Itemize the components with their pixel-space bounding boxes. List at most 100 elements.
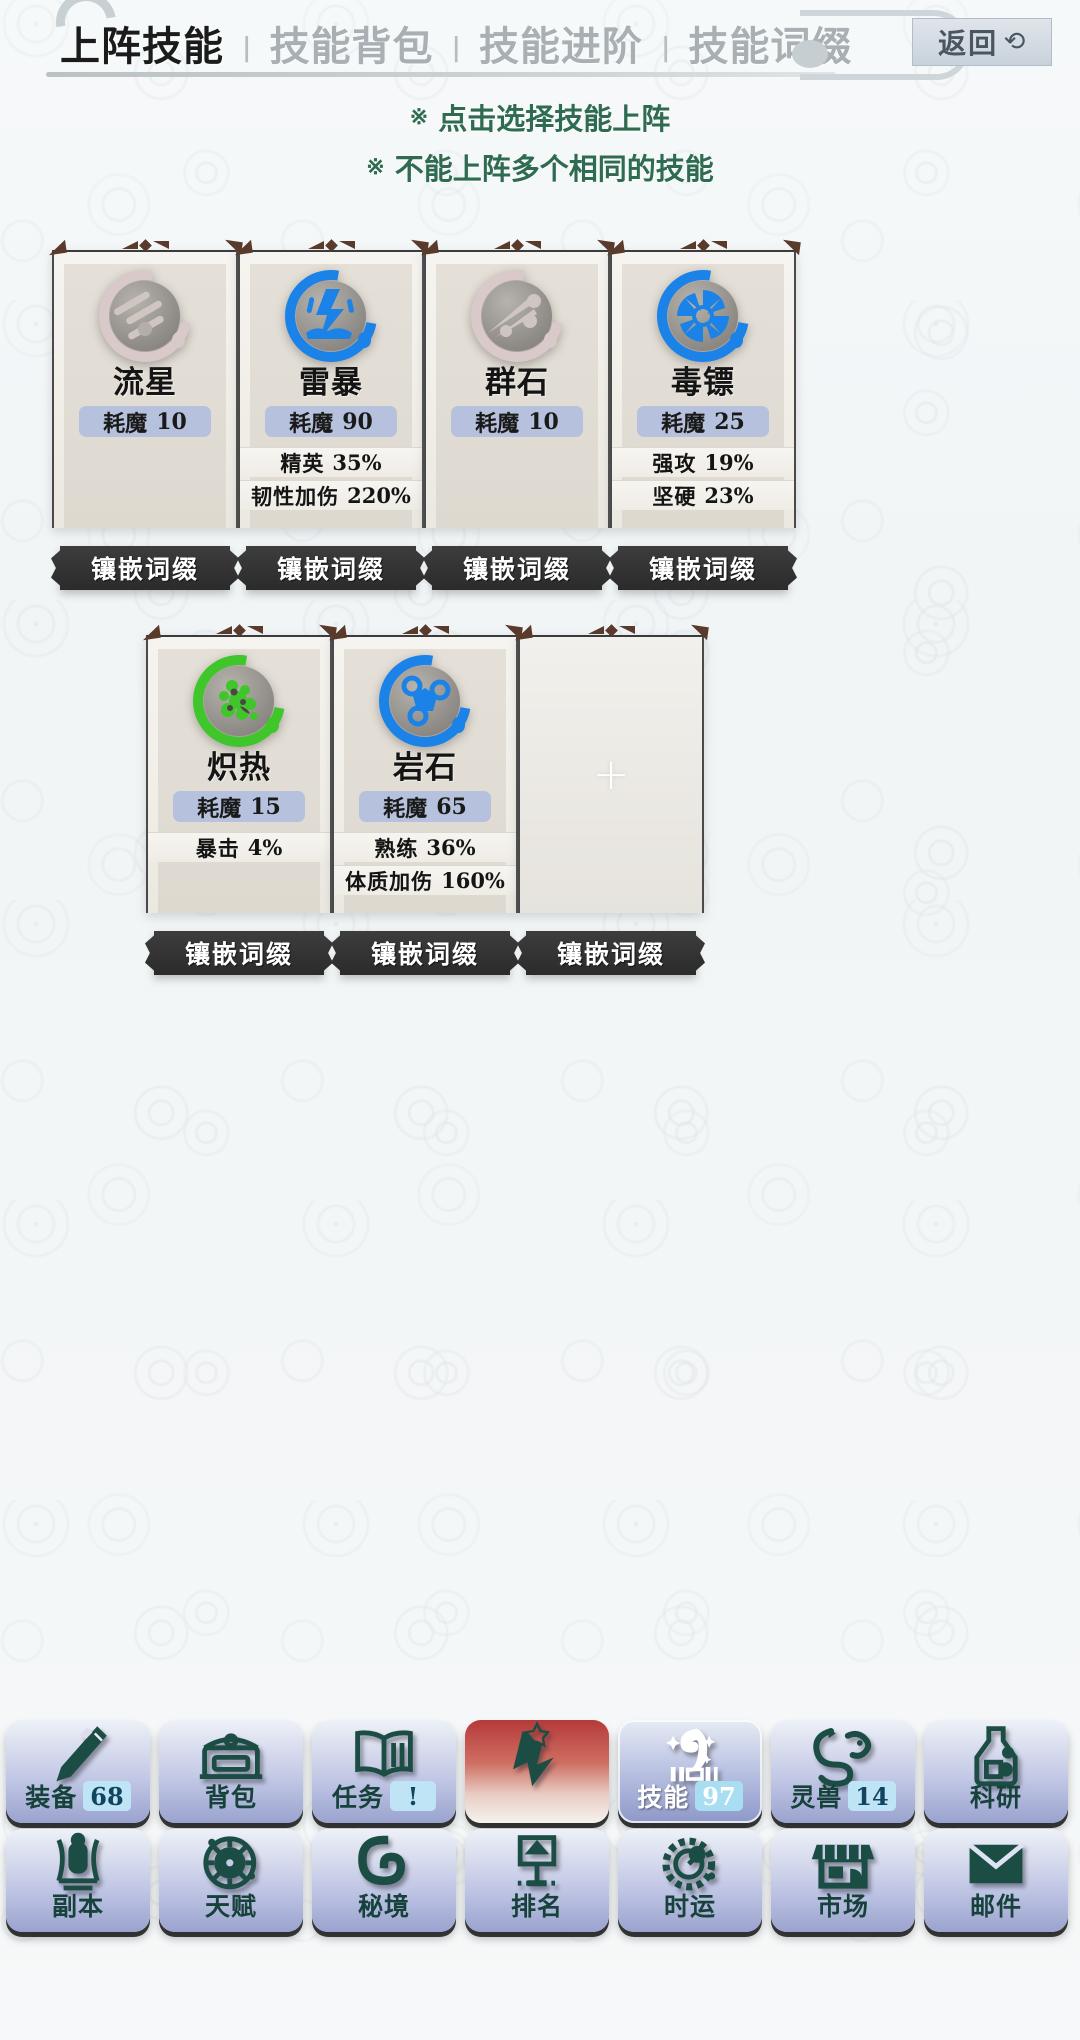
skill-card-毒镖[interactable]: 毒镖 耗魔 25 强攻 19% 坚硬 23% [605, 238, 801, 528]
embed-affix-button[interactable]: 镶嵌词缀 [526, 931, 696, 975]
nav-item-label: 科研 [969, 1783, 1022, 1812]
nav-item-任务[interactable]: 任务! [312, 1720, 456, 1823]
affix-value: 160% [441, 868, 505, 894]
hint-marker-icon: ※ [366, 154, 385, 180]
embed-affix-button[interactable]: 镶嵌词缀 [246, 546, 416, 590]
skill-icon-wrap [622, 251, 784, 381]
affix-name: 精英 [280, 450, 325, 476]
affix-name: 暴击 [195, 835, 240, 861]
nav-item-装备[interactable]: 装备 68 [6, 1720, 150, 1823]
skill-card-雷暴[interactable]: 雷暴耗魔 90 精英 35% 韧性加伤 220% [233, 238, 429, 528]
corner-ornament-left-icon [419, 239, 439, 256]
affix-row: 体质加伤 160% [334, 865, 516, 896]
affix-row: 暴击 4% [148, 832, 330, 863]
hint-marker-icon: ※ [409, 104, 429, 130]
affix-value: 220% [347, 483, 411, 509]
nav-item-副本[interactable]: 副本 [6, 1829, 150, 1932]
nav-item-邮件[interactable]: 邮件 [924, 1829, 1068, 1932]
mana-cost-value: 10 [528, 408, 559, 435]
nav-label-row: 秘境 [358, 1887, 410, 1923]
back-button[interactable]: 返回 ⟳ [912, 18, 1052, 66]
skill-grid: 流星 耗魔 10 镶嵌词缀 雷暴 耗魔 90 精英 35% 韧性加伤 220% 镶嵌词缀 [0, 238, 1080, 1020]
affix-name: 熟练 [374, 835, 419, 861]
nav-label-row: 装备 68 [25, 1778, 131, 1814]
corner-ornament-left-icon [233, 239, 253, 256]
skill-icon-wrap [344, 636, 506, 766]
embed-affix-button[interactable]: 镶嵌词缀 [432, 546, 602, 590]
nav-item-label: 技能 [637, 1783, 690, 1812]
poison-dart-icon [638, 251, 768, 381]
skill-slot-4: 毒镖 耗魔 25 强攻 19% 坚硬 23% 镶嵌词缀 [605, 238, 801, 590]
skill-card-流星[interactable]: 流星 耗魔 10 [47, 238, 243, 528]
rock-icon [360, 636, 490, 766]
mana-cost-label: 耗魔 [383, 795, 428, 822]
skill-card-岩石[interactable]: 岩石 耗魔 65 熟练 36% 体质加伤 160% [327, 623, 523, 913]
corner-ornament-left-icon [47, 239, 67, 256]
nav-label-row: 灵兽 14 [790, 1778, 896, 1814]
nav-label-row: 任务! [332, 1778, 436, 1814]
embed-affix-button-label: 镶嵌词缀 [90, 555, 199, 584]
skill-name: 炽热 [207, 750, 271, 786]
top-ornament-icon [296, 238, 366, 252]
nav-item-badge: 97 [695, 1781, 743, 1811]
embed-affix-button-label: 镶嵌词缀 [556, 940, 665, 969]
mana-cost-pill: 耗魔 10 [451, 406, 583, 438]
affix-name: 韧性加伤 [251, 483, 340, 509]
nav-item-label: 邮件 [969, 1892, 1022, 1921]
nav-item-label: 天赋 [204, 1892, 257, 1921]
skill-slot-3: 群石耗魔 10 镶嵌词缀 [419, 238, 615, 590]
mana-cost-label: 耗魔 [475, 410, 520, 437]
skill-card-炽热[interactable]: 炽热耗魔 15 暴击 4% [141, 623, 337, 913]
mana-cost-label: 耗魔 [197, 795, 242, 822]
nav-item-wizard-banner-icon[interactable] [465, 1720, 609, 1823]
book-icon [348, 1726, 420, 1784]
affix-value: 19% [704, 450, 754, 476]
embed-affix-button[interactable]: 镶嵌词缀 [618, 546, 788, 590]
nav-item-秘境[interactable]: 秘境 [312, 1829, 456, 1932]
nav-item-排名[interactable]: 排名 [465, 1829, 609, 1932]
skill-card-body: 雷暴耗魔 90 精英 35% 韧性加伤 220% [240, 251, 422, 528]
back-button-label: 返回 [938, 27, 999, 60]
affix-row: 坚硬 23% [612, 480, 794, 511]
nav-item-技能[interactable]: 技能 97 [618, 1720, 762, 1823]
nav-label-row: 时运 [664, 1887, 716, 1923]
skill-name: 群石 [485, 365, 549, 401]
mana-cost-label: 耗魔 [289, 410, 334, 437]
nav-item-天赋[interactable]: 天赋 [159, 1829, 303, 1932]
add-skill-plus-icon[interactable]: + [593, 753, 630, 797]
corner-ornament-left-icon [327, 624, 347, 641]
skill-slot-7: + 镶嵌词缀 [513, 623, 709, 975]
nav-item-时运[interactable]: 时运 [618, 1829, 762, 1932]
flask-icon [960, 1726, 1032, 1787]
embed-affix-button[interactable]: 镶嵌词缀 [60, 546, 230, 590]
nav-item-市场[interactable]: 市场 [771, 1829, 915, 1932]
mana-cost-pill: 耗魔 90 [265, 406, 397, 438]
skill-card-群石[interactable]: 群石耗魔 10 [419, 238, 615, 528]
skill-slot-1: 流星 耗魔 10 镶嵌词缀 [47, 238, 243, 590]
tab-2[interactable]: 技能背包 [253, 14, 449, 72]
tab-3[interactable]: 技能进阶 [463, 14, 659, 72]
corner-ornament-right-icon [689, 624, 709, 641]
nav-label-row: 市场 [817, 1887, 869, 1923]
dungeon-icon [42, 1832, 114, 1893]
embed-affix-button[interactable]: 镶嵌词缀 [154, 931, 324, 975]
nav-item-label: 秘境 [357, 1892, 410, 1921]
affix-row: 精英 35% [240, 447, 422, 478]
nav-item-灵兽[interactable]: 灵兽 14 [771, 1720, 915, 1823]
nav-item-label: 任务 [331, 1783, 384, 1812]
tab-1[interactable]: 上阵技能 [44, 14, 240, 72]
skill-name: 雷暴 [299, 365, 363, 401]
empty-skill-card[interactable]: + [513, 623, 709, 913]
nav-item-科研[interactable]: 科研 [924, 1720, 1068, 1823]
tab-separator: | [660, 33, 671, 63]
mana-cost-value: 15 [250, 793, 281, 820]
affix-row: 韧性加伤 220% [240, 480, 422, 511]
skill-card-body: 炽热耗魔 15 暴击 4% [148, 636, 330, 913]
mana-cost-value: 65 [436, 793, 467, 820]
skill-card-body: 毒镖 耗魔 25 强攻 19% 坚硬 23% [612, 251, 794, 528]
mail-icon [960, 1835, 1032, 1893]
nav-row-primary: 装备 68 背包 任务! 技能 97 灵兽 14 科研 [6, 1720, 1074, 1823]
nav-item-背包[interactable]: 背包 [159, 1720, 303, 1823]
embed-affix-button-label: 镶嵌词缀 [184, 940, 293, 969]
embed-affix-button[interactable]: 镶嵌词缀 [340, 931, 510, 975]
